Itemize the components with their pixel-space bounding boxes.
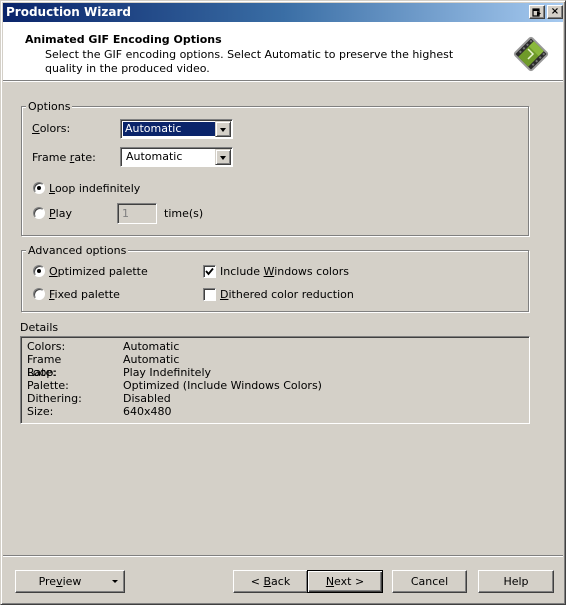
- wizard-header: Animated GIF Encoding Options Select the…: [3, 22, 563, 81]
- fixed-palette-label[interactable]: Fixed palette: [49, 288, 120, 301]
- back-button[interactable]: < Back: [233, 570, 308, 593]
- header-divider: [3, 81, 563, 82]
- frame-rate-dropdown[interactable]: Automatic: [120, 147, 233, 167]
- play-times-input[interactable]: 1: [117, 203, 157, 224]
- window-title: Production Wizard: [6, 5, 131, 19]
- cancel-button[interactable]: Cancel: [392, 570, 467, 593]
- colors-dropdown[interactable]: Automatic: [120, 119, 233, 139]
- page-title: Animated GIF Encoding Options: [25, 33, 222, 46]
- options-legend: Options: [26, 100, 73, 113]
- details-label: Details: [20, 321, 59, 334]
- chevron-down-icon[interactable]: [215, 121, 231, 137]
- restore-button[interactable]: [529, 5, 545, 19]
- checkmark-icon: [205, 267, 214, 276]
- colors-label: Colors:: [32, 122, 71, 135]
- footer-divider: [3, 555, 563, 557]
- play-radio[interactable]: [33, 207, 45, 219]
- frame-rate-label: Frame rate:: [32, 151, 96, 164]
- optimized-palette-label[interactable]: Optimized palette: [49, 265, 148, 278]
- loop-indefinitely-radio[interactable]: [33, 182, 45, 194]
- include-windows-colors-checkbox[interactable]: [203, 265, 216, 278]
- help-button[interactable]: Help: [478, 570, 554, 593]
- advanced-options-legend: Advanced options: [26, 244, 129, 257]
- preview-button[interactable]: Preview: [15, 570, 125, 593]
- options-group: [21, 106, 529, 236]
- close-icon: ×: [550, 6, 560, 17]
- include-windows-colors-label[interactable]: Include Windows colors: [220, 265, 349, 278]
- title-bar: Production Wizard ×: [3, 3, 563, 22]
- times-suffix-label: time(s): [164, 207, 204, 220]
- close-button[interactable]: ×: [547, 5, 563, 19]
- optimized-palette-radio[interactable]: [33, 265, 45, 277]
- play-times-value: 1: [122, 207, 129, 220]
- chevron-down-icon[interactable]: [215, 149, 231, 165]
- fixed-palette-radio[interactable]: [33, 288, 45, 300]
- dithered-color-reduction-checkbox[interactable]: [203, 288, 216, 301]
- details-panel: Colors: Automatic Frame Rate: Automatic Lo…: [20, 336, 530, 424]
- production-wizard-window: Production Wizard × Animated GIF Encodin…: [0, 0, 566, 605]
- preview-button-label: Preview: [38, 575, 82, 588]
- dropdown-arrow-icon: [112, 580, 118, 583]
- next-button[interactable]: Next >: [307, 570, 383, 593]
- colors-dropdown-value: Automatic: [123, 122, 215, 136]
- play-label[interactable]: Play: [49, 207, 72, 220]
- page-description: Select the GIF encoding options. Select …: [45, 48, 454, 75]
- loop-indefinitely-label[interactable]: Loop indefinitely: [49, 182, 140, 195]
- frame-rate-dropdown-value: Automatic: [126, 150, 183, 163]
- dithered-color-reduction-label[interactable]: Dithered color reduction: [220, 288, 354, 301]
- restore-icon: [532, 8, 541, 17]
- advanced-options-group: [21, 250, 529, 312]
- film-clip-icon: [513, 36, 549, 72]
